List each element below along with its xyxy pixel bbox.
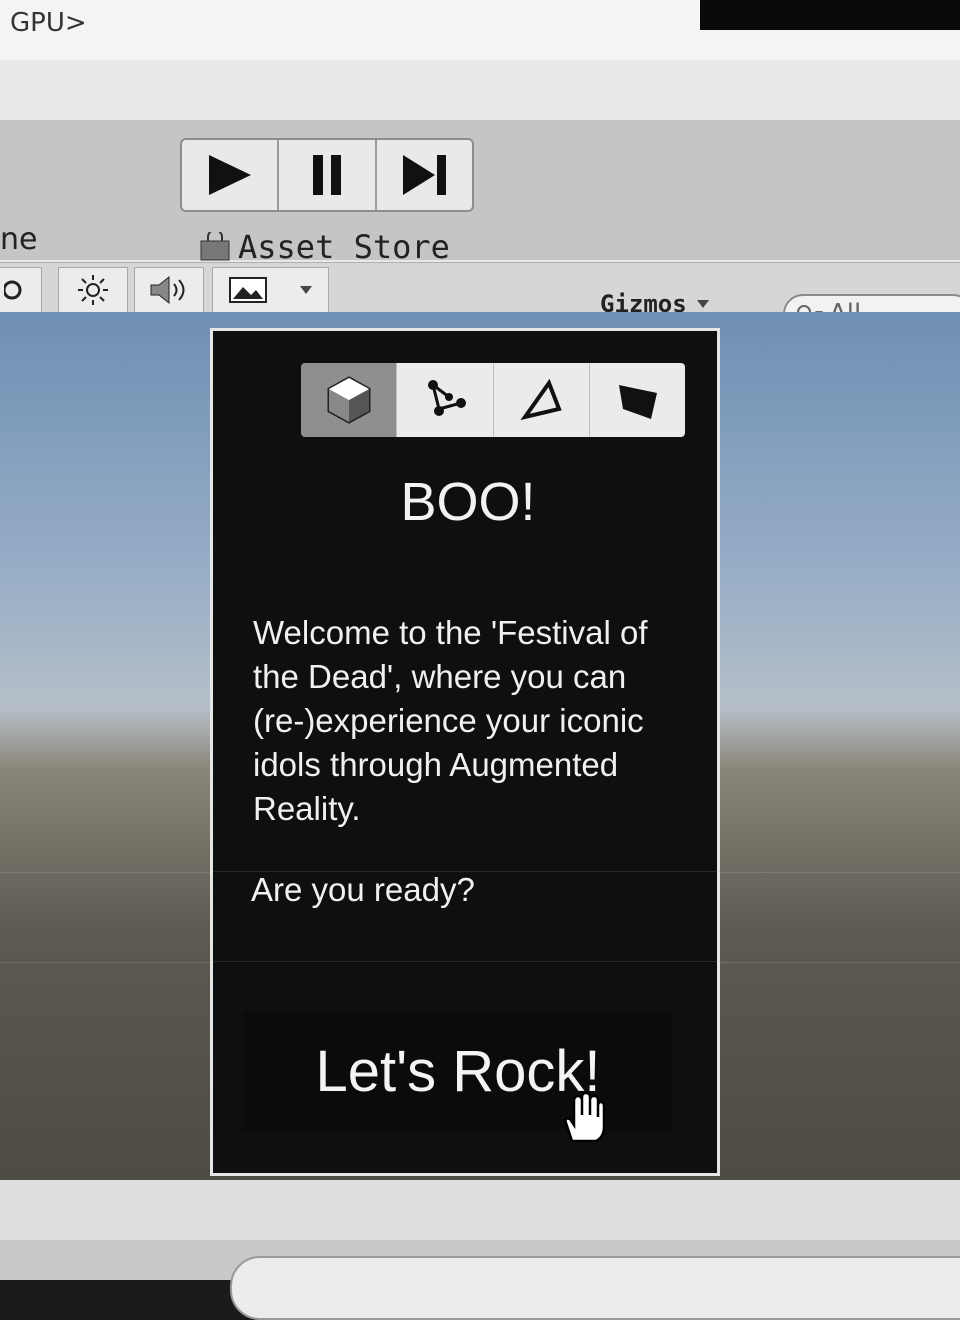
pause-button[interactable] [279,140,377,210]
panel-description: Welcome to the 'Festival of the Dead', w… [253,614,648,827]
nodes-icon [427,380,466,416]
lets-rock-button[interactable]: Let's Rock! [243,1011,673,1131]
step-button[interactable] [377,140,472,210]
lighting-toggle[interactable] [58,267,128,313]
quad-icon [619,385,658,419]
playback-controls [180,138,474,212]
cube-icon [327,376,371,424]
tool-segment-control [301,363,685,437]
triangle-tool-button[interactable] [493,363,590,437]
chevron-down-icon [696,300,709,308]
play-button[interactable] [182,140,280,210]
asset-store-tab[interactable]: Asset Store [198,228,450,266]
effects-dropdown[interactable] [212,267,329,313]
shape-tool-button[interactable] [589,363,685,437]
triangle-icon [520,378,562,421]
monitor-bezel [700,0,960,30]
pause-icon [312,155,341,195]
shopping-bag-icon [200,232,230,261]
bottom-search-field[interactable] [230,1256,960,1320]
welcome-panel: BOO! Welcome to the 'Festival of the Dea… [210,328,723,1176]
panel-question: Are you ready? [251,871,475,908]
play-icon [208,155,251,195]
step-icon [403,155,447,195]
grid-line [213,961,723,962]
sun-icon [78,275,108,305]
hand-cursor-icon [558,1091,606,1149]
editor-bottom-area [0,1180,960,1320]
speaker-icon [150,275,185,305]
panel-title: BOO! [400,472,536,532]
cube-tool-button[interactable] [301,363,398,437]
circle-icon [4,280,22,300]
terminal-strip: GPU> [0,0,960,60]
scene-tab-label[interactable]: ne [0,222,37,257]
image-icon [229,277,268,303]
chevron-down-icon [299,286,312,294]
nodes-tool-button[interactable] [397,363,494,437]
asset-store-label: Asset Store [238,228,450,266]
toolbar-partial-button[interactable] [0,267,42,313]
toolbar-band [0,120,960,260]
audio-toggle[interactable] [134,267,204,313]
terminal-prompt: GPU> [10,8,87,38]
